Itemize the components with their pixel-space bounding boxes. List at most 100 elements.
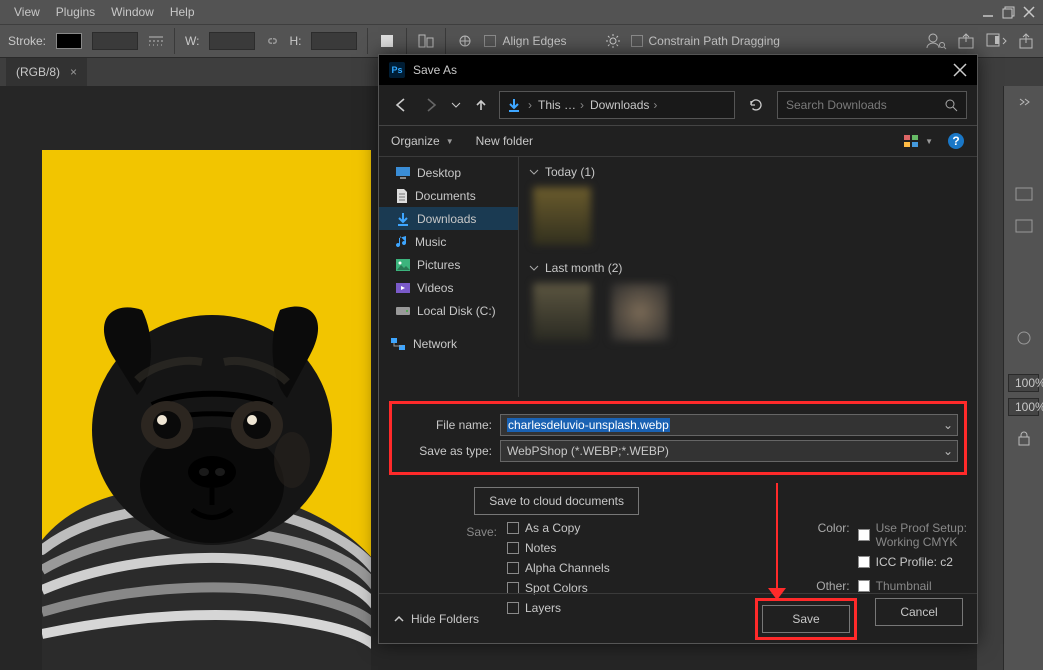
link-icon[interactable] <box>265 34 279 48</box>
close-tab-icon[interactable]: × <box>70 65 77 79</box>
zoom-indicator[interactable]: 100%▾ <box>1008 398 1039 416</box>
dialog-titlebar: Ps Save As <box>379 55 977 85</box>
view-icon <box>903 134 921 148</box>
height-field[interactable] <box>311 32 357 50</box>
constrain-path-check[interactable]: Constrain Path Dragging <box>631 34 780 48</box>
group-today[interactable]: Today (1) <box>529 165 967 179</box>
separator <box>406 28 407 54</box>
music-icon <box>395 234 409 250</box>
tree-downloads[interactable]: Downloads <box>379 207 518 230</box>
dialog-title: Save As <box>413 63 457 77</box>
tree-network[interactable]: Network <box>379 332 518 355</box>
gear-icon[interactable] <box>605 33 621 49</box>
forward-button[interactable] <box>419 93 443 117</box>
save-notes-check: Notes <box>507 541 610 555</box>
up-button[interactable] <box>469 93 493 117</box>
menu-plugins[interactable]: Plugins <box>50 1 101 23</box>
help-icon[interactable]: ? <box>947 132 965 150</box>
panel-icon[interactable] <box>1015 187 1033 201</box>
desktop-icon <box>395 166 411 180</box>
pictures-icon <box>395 258 411 272</box>
other-section-label: Other: <box>804 579 850 593</box>
close-icon[interactable] <box>1023 6 1035 18</box>
cancel-button[interactable]: Cancel <box>875 598 963 626</box>
save-section-label: Save: <box>466 525 497 539</box>
workspace-icon[interactable] <box>985 32 1007 50</box>
dialog-footer: Hide Folders Save Cancel <box>379 593 977 643</box>
expand-panels-icon[interactable] <box>1004 86 1043 118</box>
refresh-button[interactable] <box>741 91 771 119</box>
save-to-cloud-button[interactable]: Save to cloud documents <box>474 487 639 515</box>
export-icon[interactable] <box>1017 32 1035 50</box>
fill-icon[interactable] <box>378 32 396 50</box>
lock-icon[interactable] <box>1017 430 1031 446</box>
icc-profile-check[interactable]: ICC Profile: c2 <box>858 555 953 569</box>
menu-help[interactable]: Help <box>164 1 201 23</box>
dialog-body: Desktop Documents Downloads Music Pictur… <box>379 157 977 397</box>
document-canvas[interactable] <box>42 150 371 670</box>
dialog-toolbar: Organize▼ New folder ▼ ? <box>379 125 977 157</box>
search-input[interactable]: Search Downloads <box>777 91 967 119</box>
panel-icon[interactable] <box>1015 219 1033 233</box>
filename-input[interactable]: charlesdeluvio-unsplash.webp ⌄ <box>500 414 958 436</box>
file-thumb[interactable] <box>533 283 591 341</box>
stroke-width-field[interactable] <box>92 32 138 50</box>
file-thumb[interactable] <box>533 187 591 245</box>
restore-icon[interactable] <box>1002 6 1015 19</box>
tree-pictures[interactable]: Pictures <box>379 253 518 276</box>
filename-label: File name: <box>398 418 492 432</box>
height-label: H: <box>289 34 301 48</box>
app-menu-bar: View Plugins Window Help <box>0 0 1043 24</box>
dialog-nav-row: › This …› Downloads› Search Downloads <box>379 85 977 125</box>
downloads-icon <box>395 211 411 227</box>
hide-folders-button[interactable]: Hide Folders <box>393 612 479 626</box>
close-icon[interactable] <box>953 63 967 77</box>
align-icon[interactable] <box>417 32 435 50</box>
active-document-tab[interactable]: (RGB/8) × <box>6 58 87 86</box>
chevron-up-icon <box>393 613 405 625</box>
chevron-down-icon <box>529 263 539 273</box>
annotation-arrow <box>776 483 778 593</box>
menu-view[interactable]: View <box>8 1 46 23</box>
group-last-month[interactable]: Last month (2) <box>529 261 967 275</box>
address-bar[interactable]: › This …› Downloads› <box>499 91 735 119</box>
collapsed-panels[interactable] <box>977 86 1003 670</box>
recent-button[interactable] <box>449 93 463 117</box>
share-icon[interactable] <box>957 32 975 50</box>
width-field[interactable] <box>209 32 255 50</box>
align-edges-check[interactable]: Align Edges <box>484 34 566 48</box>
back-button[interactable] <box>389 93 413 117</box>
organize-button[interactable]: Organize▼ <box>391 134 454 148</box>
menu-window[interactable]: Window <box>105 1 160 23</box>
panel-icon[interactable] <box>1015 330 1033 346</box>
minimize-icon[interactable] <box>982 6 994 18</box>
user-search-icon[interactable] <box>925 32 947 50</box>
stroke-swatch[interactable] <box>56 33 82 49</box>
tree-desktop[interactable]: Desktop <box>379 161 518 184</box>
chevron-down-icon[interactable]: ⌄ <box>943 444 953 458</box>
proof-setup-check: Use Proof Setup:Working CMYK <box>858 521 967 549</box>
tree-videos[interactable]: Videos <box>379 276 518 299</box>
color-section-label: Color: <box>804 521 850 549</box>
zoom-indicator[interactable]: 100%▾ <box>1008 374 1039 392</box>
tab-title: (RGB/8) <box>16 65 60 79</box>
new-folder-button[interactable]: New folder <box>476 134 533 148</box>
separator <box>367 28 368 54</box>
save-as-copy-check[interactable]: As a Copy <box>507 521 610 535</box>
save-alpha-check: Alpha Channels <box>507 561 610 575</box>
save-type-select[interactable]: WebPShop (*.WEBP;*.WEBP) ⌄ <box>500 440 958 462</box>
view-button[interactable]: ▼ <box>903 134 933 148</box>
tree-local-disk[interactable]: Local Disk (C:) <box>379 299 518 322</box>
annotation-highlight: File name: charlesdeluvio-unsplash.webp … <box>389 401 967 475</box>
tree-documents[interactable]: Documents <box>379 184 518 207</box>
path-ops-icon[interactable] <box>456 32 474 50</box>
annotation-arrow-head <box>768 588 786 600</box>
annotation-highlight: Save <box>755 598 857 640</box>
chevron-down-icon[interactable]: ⌄ <box>943 418 953 432</box>
file-thumb[interactable] <box>611 283 669 341</box>
save-button[interactable]: Save <box>762 605 850 633</box>
drive-icon <box>395 305 411 317</box>
file-list[interactable]: Today (1) Last month (2) <box>519 157 977 397</box>
tree-music[interactable]: Music <box>379 230 518 253</box>
stroke-options-icon[interactable] <box>148 34 164 48</box>
